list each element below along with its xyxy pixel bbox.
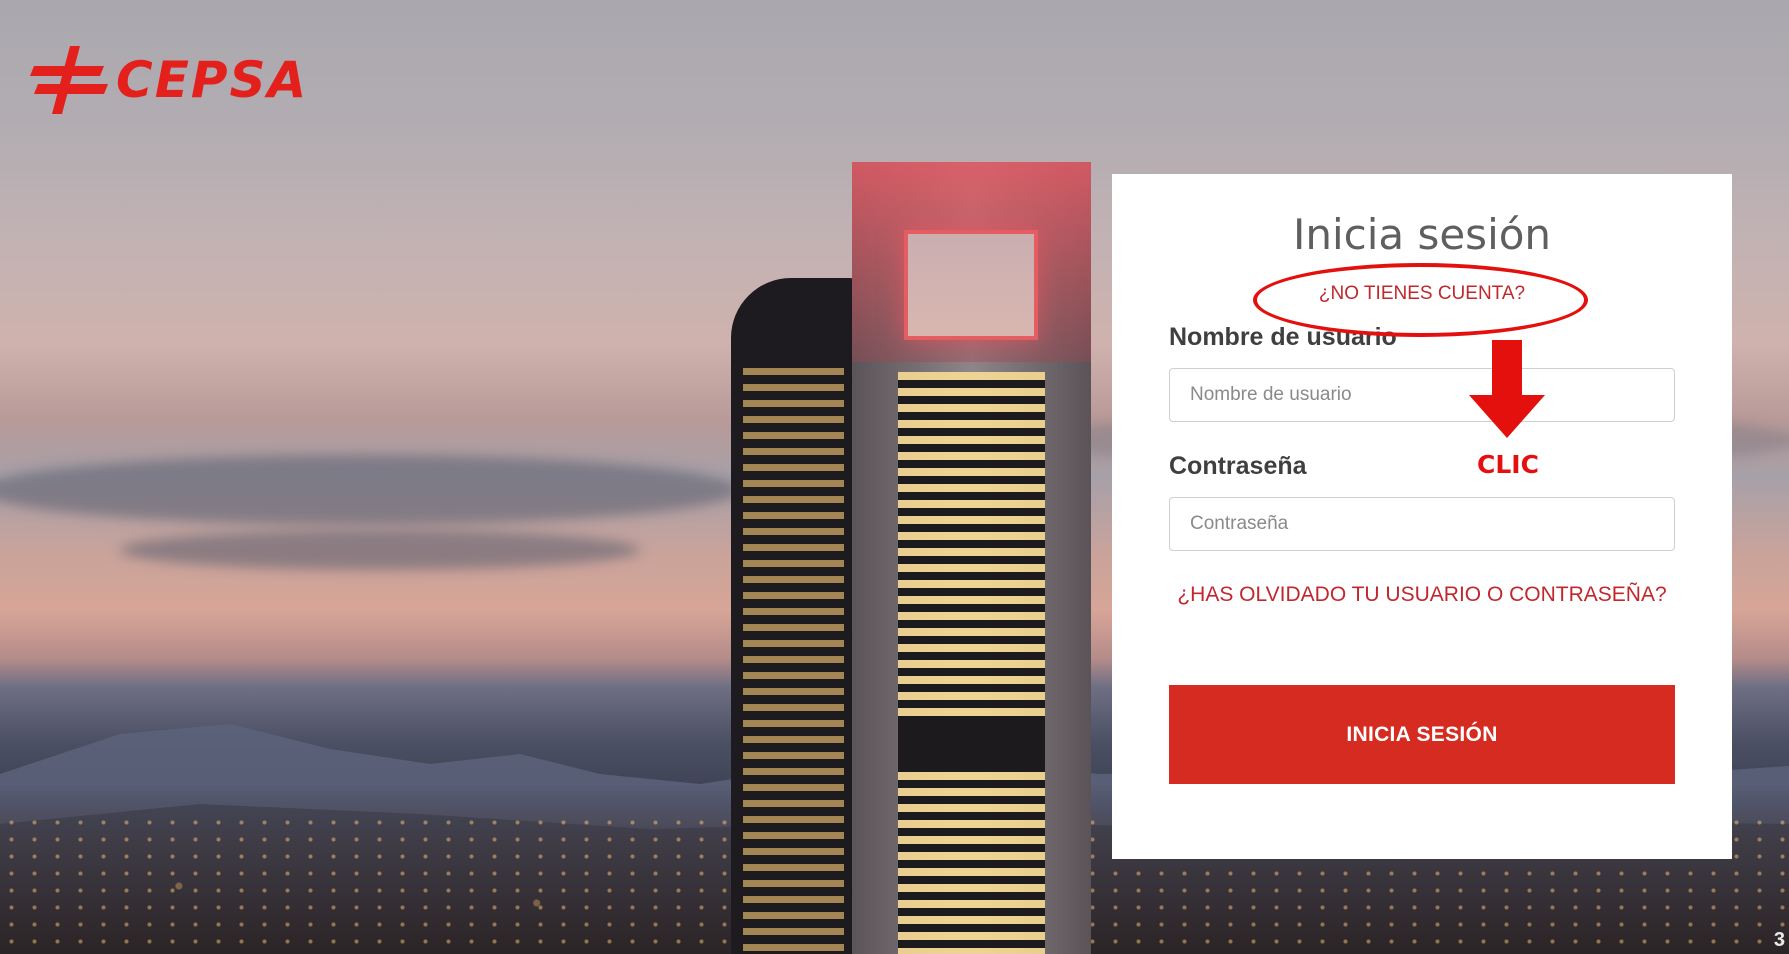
forgot-credentials-link[interactable]: ¿HAS OLVIDADO TU USUARIO O CONTRASEÑA?: [1169, 583, 1675, 607]
cloud: [0, 455, 740, 525]
arrow-down-icon: [1469, 340, 1545, 438]
tower-crown-opening: [904, 230, 1038, 340]
highlight-ellipse: [1253, 263, 1588, 337]
brand-name: CEPSA: [116, 51, 309, 109]
password-input[interactable]: [1169, 497, 1675, 551]
password-label: Contraseña: [1169, 452, 1307, 480]
tower-windows: [743, 368, 844, 954]
tower-windows: [898, 372, 1045, 954]
page-number: 3: [1773, 929, 1785, 951]
page-title: Inicia sesión: [1292, 210, 1552, 259]
click-instruction: CLIC: [1477, 450, 1539, 479]
tower-main: [852, 162, 1091, 954]
username-input[interactable]: [1169, 368, 1675, 422]
tower-back: [731, 278, 856, 954]
cloud: [120, 530, 640, 570]
cepsa-logo-icon: [30, 46, 108, 114]
login-button[interactable]: INICIA SESIÓN: [1169, 685, 1675, 784]
brand-logo[interactable]: CEPSA: [28, 44, 308, 116]
tower-band: [898, 717, 1045, 772]
